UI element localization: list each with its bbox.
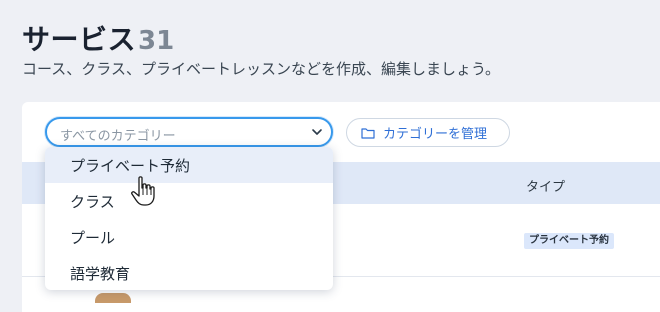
category-select[interactable]: すべてのカテゴリー	[45, 117, 333, 147]
dropdown-item-label: プライベート予約	[70, 157, 191, 175]
manage-categories-button[interactable]: カテゴリーを管理	[346, 118, 510, 147]
dropdown-item-label: プール	[70, 229, 116, 247]
dropdown-item-label: クラス	[70, 193, 115, 211]
column-header-type[interactable]: タイプ	[526, 176, 565, 195]
page-subtitle: コース、クラス、プライベートレッスンなどを作成、編集しましょう。	[22, 60, 501, 78]
folder-icon	[361, 127, 375, 139]
category-select-placeholder: すべてのカテゴリー	[60, 129, 176, 144]
type-badge: プライベート予約	[524, 233, 614, 249]
category-dropdown-menu: プライベート予約 クラス プール 語学教育	[45, 147, 333, 290]
chevron-down-icon	[312, 129, 322, 135]
dropdown-item-private[interactable]: プライベート予約	[45, 147, 333, 183]
page-title-row: サービス 31	[22, 18, 174, 58]
page-title: サービス	[22, 23, 137, 56]
hand-pointer-cursor-icon	[131, 176, 155, 206]
manage-categories-label: カテゴリーを管理	[383, 127, 488, 142]
service-count: 31	[138, 26, 175, 56]
dropdown-item-pool[interactable]: プール	[45, 219, 333, 255]
service-thumbnail[interactable]	[95, 293, 131, 303]
dropdown-item-class[interactable]: クラス	[45, 183, 333, 219]
dropdown-item-label: 語学教育	[70, 265, 131, 283]
dropdown-item-language[interactable]: 語学教育	[45, 255, 333, 290]
